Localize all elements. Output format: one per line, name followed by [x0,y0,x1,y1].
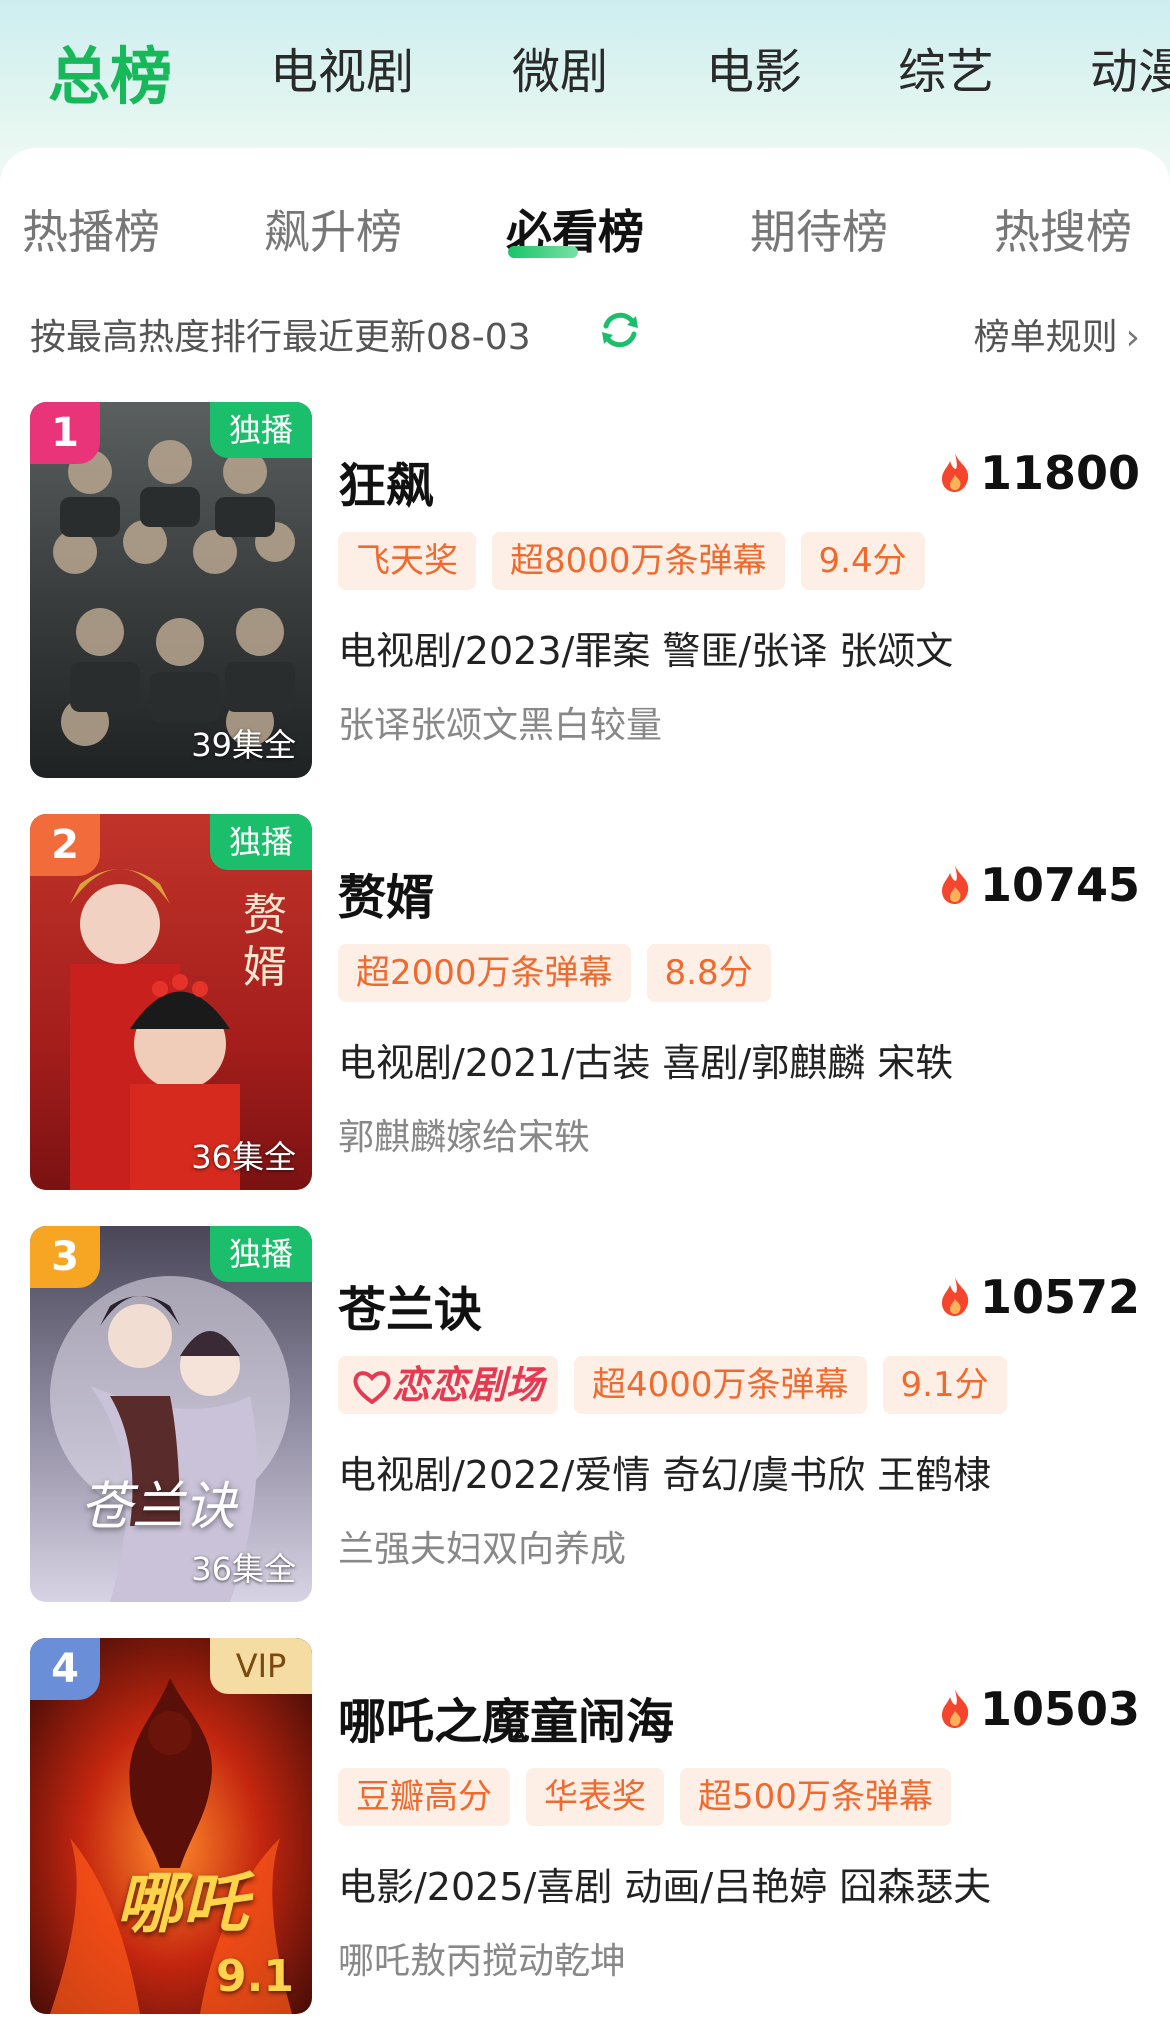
heat-value: 10745 [979,858,1140,912]
heat-score: 10745 [938,858,1140,912]
tab-movie[interactable]: 电影 [706,32,802,102]
love-theater-logo-tag: 恋恋剧场 [338,1356,559,1414]
flame-icon [941,1689,969,1728]
poster[interactable]: 1 独播 39集全 [30,402,312,778]
logo-tag-text: 恋恋剧场 [392,1363,545,1407]
tag-score: 8.8分 [646,944,771,1002]
exclusive-badge: 独播 [210,402,312,458]
refresh-icon[interactable] [598,308,642,352]
tab-anime[interactable]: 动漫 [1090,32,1170,102]
tag-list: 超2000万条弹幕 8.8分 [338,944,787,1002]
rank-badge: 4 [30,1638,100,1700]
episode-count: 36集全 [191,1550,296,1588]
poster-title-text: 赘婿 [243,890,287,993]
chevron-right-icon: › [1125,317,1140,358]
heat-value: 10503 [979,1682,1140,1736]
tag-douban: 豆瓣高分 [338,1768,510,1826]
item-title[interactable]: 狂飙 [338,446,434,516]
flame-icon [941,453,969,492]
item-description: 兰强夫妇双向养成 [338,1529,627,1570]
item-meta: 电视剧/2022/爱情 奇幻/虞书欣 王鹤棣 [338,1453,992,1497]
exclusive-badge: 独播 [210,1226,312,1282]
tag-list: 豆瓣高分 华表奖 超500万条弹幕 [338,1768,967,1826]
subtab-hot-playing[interactable]: 热播榜 [22,196,160,262]
item-title[interactable]: 赘婿 [338,858,434,928]
tag-danmaku: 超500万条弹幕 [680,1768,951,1826]
item-description: 哪吒敖丙搅动乾坤 [338,1941,627,1982]
tab-overall[interactable]: 总榜 [48,26,172,116]
tag-award: 飞天奖 [338,532,476,590]
heat-value: 10572 [979,1270,1140,1324]
tag-score: 9.1分 [882,1356,1007,1414]
sort-description: 按最高热度排行最近更新08-03 [30,317,531,358]
poster-title-text: 哪吒 [116,1865,248,1942]
tag-award: 华表奖 [526,1768,664,1826]
tab-variety[interactable]: 综艺 [898,32,994,102]
tag-danmaku: 超2000万条弹幕 [338,944,631,1002]
episode-count: 39集全 [191,726,296,764]
rank-badge: 1 [30,402,100,464]
ranking-item[interactable]: 3 独播 苍兰诀 36集全 苍兰诀 10572 恋恋剧场 超4000万条弹幕 9.… [0,1226,1170,1616]
exclusive-badge: 独播 [210,814,312,870]
item-title[interactable]: 哪吒之魔童闹海 [338,1682,674,1752]
item-description: 张译张颂文黑白较量 [338,705,663,746]
poster-score: 9.1 [216,1951,294,2002]
flame-icon [941,865,969,904]
poster[interactable]: 2 独播 赘婿 36集全 [30,814,312,1190]
tag-list: 飞天奖 超8000万条弹幕 9.4分 [338,532,941,590]
poster[interactable]: 3 独播 苍兰诀 36集全 [30,1226,312,1602]
item-description: 郭麒麟嫁给宋轶 [338,1117,591,1158]
rank-badge: 2 [30,814,100,876]
heat-score: 10572 [938,1270,1140,1324]
ranking-item[interactable]: 2 独播 赘婿 36集全 赘婿 10745 超2000万条弹幕 8.8分 电视剧/… [0,814,1170,1204]
vip-badge: VIP [210,1638,312,1694]
item-meta: 电视剧/2021/古装 喜剧/郭麒麟 宋轶 [338,1041,954,1085]
heat-score: 10503 [938,1682,1140,1736]
ranking-item[interactable]: 4 VIP 哪吒 9.1 哪吒之魔童闹海 10503 豆瓣高分 华表奖 超500万条… [0,1638,1170,2028]
heat-score: 11800 [938,446,1140,500]
ranking-item[interactable]: 1 独播 39集全 狂飙 11800 飞天奖 超8000万条弹幕 9.4分 电视剧/… [0,402,1170,792]
item-title[interactable]: 苍兰诀 [338,1270,482,1340]
tab-tv-series[interactable]: 电视剧 [270,32,414,102]
tag-list: 恋恋剧场 超4000万条弹幕 9.1分 [338,1356,1023,1414]
rules-label: 榜单规则 [973,317,1118,358]
ranking-info-row: 按最高热度排行最近更新08-03 榜单规则 › [30,300,1140,360]
subtab-rising[interactable]: 飙升榜 [264,196,402,262]
category-tabs: 总榜 电视剧 微剧 电影 综艺 动漫 [0,0,1170,145]
heart-icon [353,1371,391,1405]
subtab-anticipated[interactable]: 期待榜 [750,196,888,262]
tag-score: 9.4分 [800,532,925,590]
heat-value: 11800 [979,446,1140,500]
episode-count: 36集全 [191,1138,296,1176]
tag-danmaku: 超8000万条弹幕 [492,532,785,590]
tab-micro-drama[interactable]: 微剧 [512,32,608,102]
tag-danmaku: 超4000万条弹幕 [574,1356,867,1414]
poster[interactable]: 4 VIP 哪吒 9.1 [30,1638,312,2014]
active-subtab-indicator [508,246,578,258]
rank-badge: 3 [30,1226,100,1288]
item-meta: 电影/2025/喜剧 动画/吕艳婷 囧森瑟夫 [338,1865,992,1909]
flame-icon [941,1277,969,1316]
ranking-rules-link[interactable]: 榜单规则 › [974,308,1140,360]
item-meta: 电视剧/2023/罪案 警匪/张译 张颂文 [338,629,954,673]
subtab-hot-search[interactable]: 热搜榜 [994,196,1132,262]
poster-title-text: 苍兰诀 [80,1477,237,1537]
